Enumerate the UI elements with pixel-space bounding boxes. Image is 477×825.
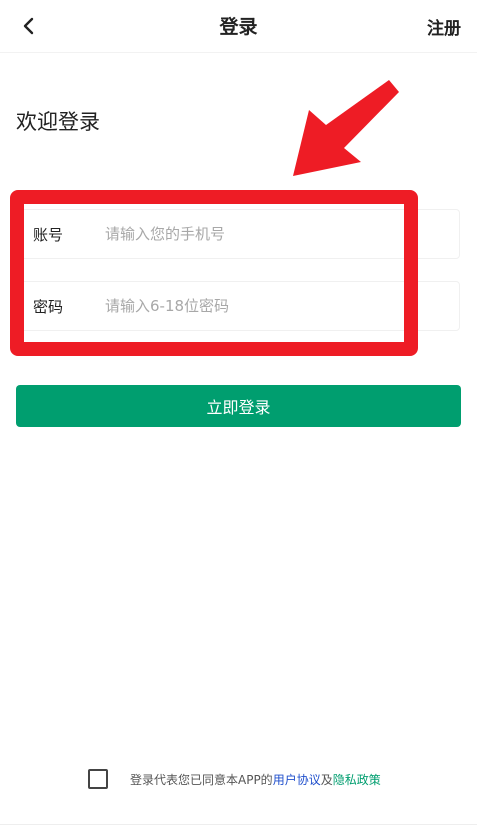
back-button[interactable] xyxy=(14,12,42,40)
page-title: 登录 xyxy=(219,16,258,38)
account-input[interactable] xyxy=(91,213,459,255)
register-link[interactable]: 注册 xyxy=(427,14,461,39)
chevron-left-icon xyxy=(23,17,34,35)
agreement-prefix: 登录代表您已同意本APP的 xyxy=(130,772,273,787)
account-label: 账号 xyxy=(33,225,64,244)
annotation-arrow-shape xyxy=(293,80,399,176)
password-field-row: 密码 xyxy=(16,281,460,331)
welcome-title: 欢迎登录 xyxy=(16,110,100,134)
privacy-policy-link[interactable]: 隐私政策 xyxy=(333,773,381,787)
password-input[interactable] xyxy=(91,285,459,327)
login-button[interactable]: 立即登录 xyxy=(16,385,461,427)
agreement-text: 登录代表您已同意本APP的用户协议及隐私政策 xyxy=(130,771,381,788)
account-field-row: 账号 xyxy=(16,209,460,259)
password-label: 密码 xyxy=(33,297,64,316)
agreement-conjunction: 及 xyxy=(320,772,333,787)
nav-bar: 登录 注册 xyxy=(0,0,477,53)
agreement: 登录代表您已同意本APP的用户协议及隐私政策 xyxy=(88,768,381,790)
user-agreement-link[interactable]: 用户协议 xyxy=(273,773,321,787)
agree-checkbox[interactable] xyxy=(88,769,108,789)
